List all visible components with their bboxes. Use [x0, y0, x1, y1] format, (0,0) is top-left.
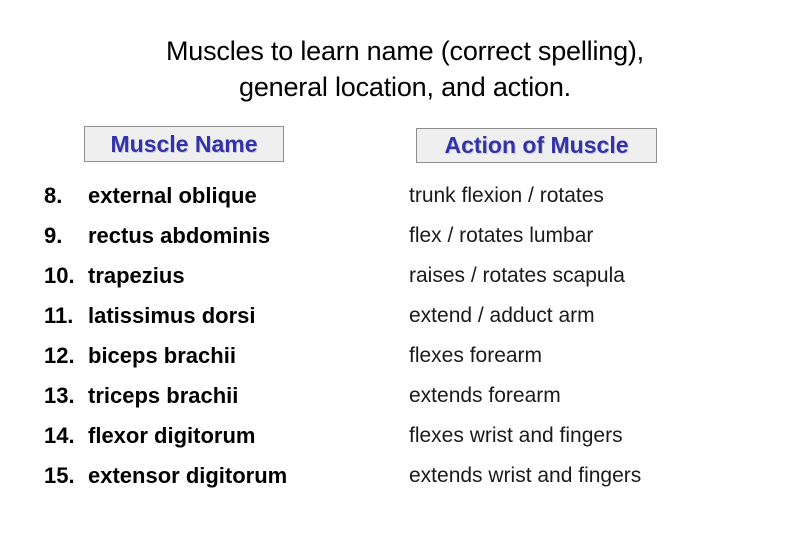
list-item-action: trunk flexion / rotates: [409, 184, 604, 207]
list-item: 11. latissimus dorsi: [44, 296, 394, 336]
list-item-action: extend / adduct arm: [409, 304, 595, 327]
slide-canvas: Muscles to learn name (correct spelling)…: [0, 0, 810, 540]
list-item: extends wrist and fingers: [409, 456, 799, 496]
list-item-action: flex / rotates lumbar: [409, 224, 594, 247]
column-header-muscle-name: Muscle Name: [84, 126, 284, 162]
column-header-muscle-name-label: Muscle Name: [110, 130, 258, 157]
list-item-muscle-name: triceps brachii: [88, 383, 239, 408]
list-item: 15. extensor digitorum: [44, 456, 394, 496]
list-item-number: 14.: [44, 423, 75, 448]
list-item: 8. external oblique: [44, 176, 394, 216]
list-item: 9. rectus abdominis: [44, 216, 394, 256]
list-item-number: 11.: [44, 303, 74, 328]
list-item-muscle-name: flexor digitorum: [88, 423, 256, 448]
list-item-muscle-name: latissimus dorsi: [88, 303, 256, 328]
muscle-name-column: 8. external oblique 9. rectus abdominis …: [44, 176, 394, 496]
column-header-action-of-muscle: Action of Muscle: [416, 128, 657, 163]
list-item-number: 13.: [44, 383, 75, 408]
list-item-muscle-name: biceps brachii: [88, 343, 236, 368]
list-item-number: 9.: [44, 223, 75, 248]
list-item: 10. trapezius: [44, 256, 394, 296]
action-column: trunk flexion / rotates flex / rotates l…: [409, 176, 799, 496]
list-item-number: 8.: [44, 183, 75, 208]
list-item-muscle-name: extensor digitorum: [88, 463, 288, 488]
list-item: 14. flexor digitorum: [44, 416, 394, 456]
slide-title: Muscles to learn name (correct spelling)…: [0, 33, 810, 105]
list-item-action: raises / rotates scapula: [409, 264, 625, 287]
list-item: trunk flexion / rotates: [409, 176, 799, 216]
list-item-number: 15.: [44, 463, 75, 488]
list-item-number: 12.: [44, 343, 75, 368]
list-item: 13. triceps brachii: [44, 376, 394, 416]
list-item-muscle-name: external oblique: [88, 183, 257, 208]
list-item: flexes wrist and fingers: [409, 416, 799, 456]
list-item-muscle-name: trapezius: [88, 263, 185, 288]
list-item: raises / rotates scapula: [409, 256, 799, 296]
list-item-action: flexes forearm: [409, 344, 543, 367]
list-item-muscle-name: rectus abdominis: [88, 223, 271, 248]
list-item: extends forearm: [409, 376, 799, 416]
list-item-action: flexes wrist and fingers: [409, 424, 623, 447]
list-item: flexes forearm: [409, 336, 799, 376]
list-item: extend / adduct arm: [409, 296, 799, 336]
title-line-2: general location, and action.: [239, 72, 571, 102]
list-item-number: 10.: [44, 263, 75, 288]
list-item-action: extends forearm: [409, 384, 561, 407]
title-line-1: Muscles to learn name (correct spelling)…: [166, 36, 644, 66]
list-item: flex / rotates lumbar: [409, 216, 799, 256]
list-item: 12. biceps brachii: [44, 336, 394, 376]
column-header-action-of-muscle-label: Action of Muscle: [444, 132, 629, 158]
list-item-action: extends wrist and fingers: [409, 464, 642, 487]
